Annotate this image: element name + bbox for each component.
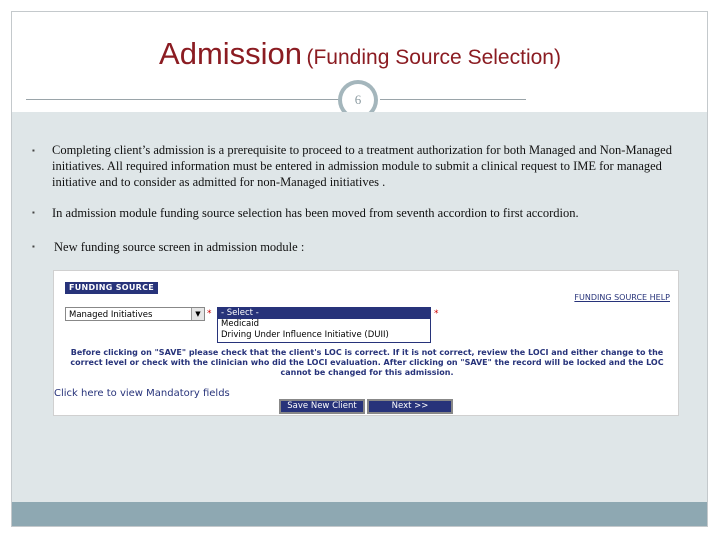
title-sub: (Funding Source Selection) bbox=[306, 46, 561, 69]
dropdown-option-duii[interactable]: Driving Under Influence Initiative (DUII… bbox=[218, 330, 430, 341]
funding-source-label: FUNDING SOURCE bbox=[65, 282, 159, 294]
loc-warning-text: Before clicking on "SAVE" please check t… bbox=[70, 348, 664, 377]
next-button[interactable]: Next >> bbox=[367, 399, 453, 414]
bottom-bar bbox=[12, 502, 707, 526]
selected-value: Managed Initiatives bbox=[69, 310, 153, 320]
chevron-down-icon[interactable]: ▼ bbox=[191, 308, 204, 320]
required-marker: * bbox=[207, 309, 212, 319]
funding-source-screenshot: FUNDING SOURCE FUNDING SOURCE HELP Manag… bbox=[53, 270, 679, 416]
divider-left bbox=[26, 99, 342, 100]
bullet-3: New funding source screen in admission m… bbox=[54, 240, 305, 254]
dropdown-option-medicaid[interactable]: Medicaid bbox=[218, 319, 430, 330]
slide: Admission (Funding Source Selection) 6 ▪… bbox=[0, 0, 720, 540]
funding-source-dropdown[interactable]: - Select - Medicaid Driving Under Influe… bbox=[217, 307, 431, 343]
bullet-icon: ▪ bbox=[32, 242, 35, 251]
bullet-icon: ▪ bbox=[32, 146, 35, 155]
save-new-client-button[interactable]: Save New Client bbox=[279, 399, 365, 414]
bullet-2: In admission module funding source selec… bbox=[52, 206, 579, 220]
slide-title: Admission (Funding Source Selection) bbox=[0, 36, 720, 72]
divider-right bbox=[380, 99, 526, 100]
mandatory-fields-link[interactable]: Click here to view Mandatory fields bbox=[54, 388, 230, 399]
required-marker-2: * bbox=[434, 309, 439, 319]
bullet-1: Completing client’s admission is a prere… bbox=[52, 143, 672, 189]
dropdown-option-select[interactable]: - Select - bbox=[218, 308, 430, 319]
funding-source-select[interactable]: Managed Initiatives ▼ bbox=[65, 307, 205, 321]
title-main: Admission bbox=[159, 36, 303, 71]
bullet-icon: ▪ bbox=[32, 208, 35, 217]
funding-source-help-link[interactable]: FUNDING SOURCE HELP bbox=[574, 293, 670, 302]
